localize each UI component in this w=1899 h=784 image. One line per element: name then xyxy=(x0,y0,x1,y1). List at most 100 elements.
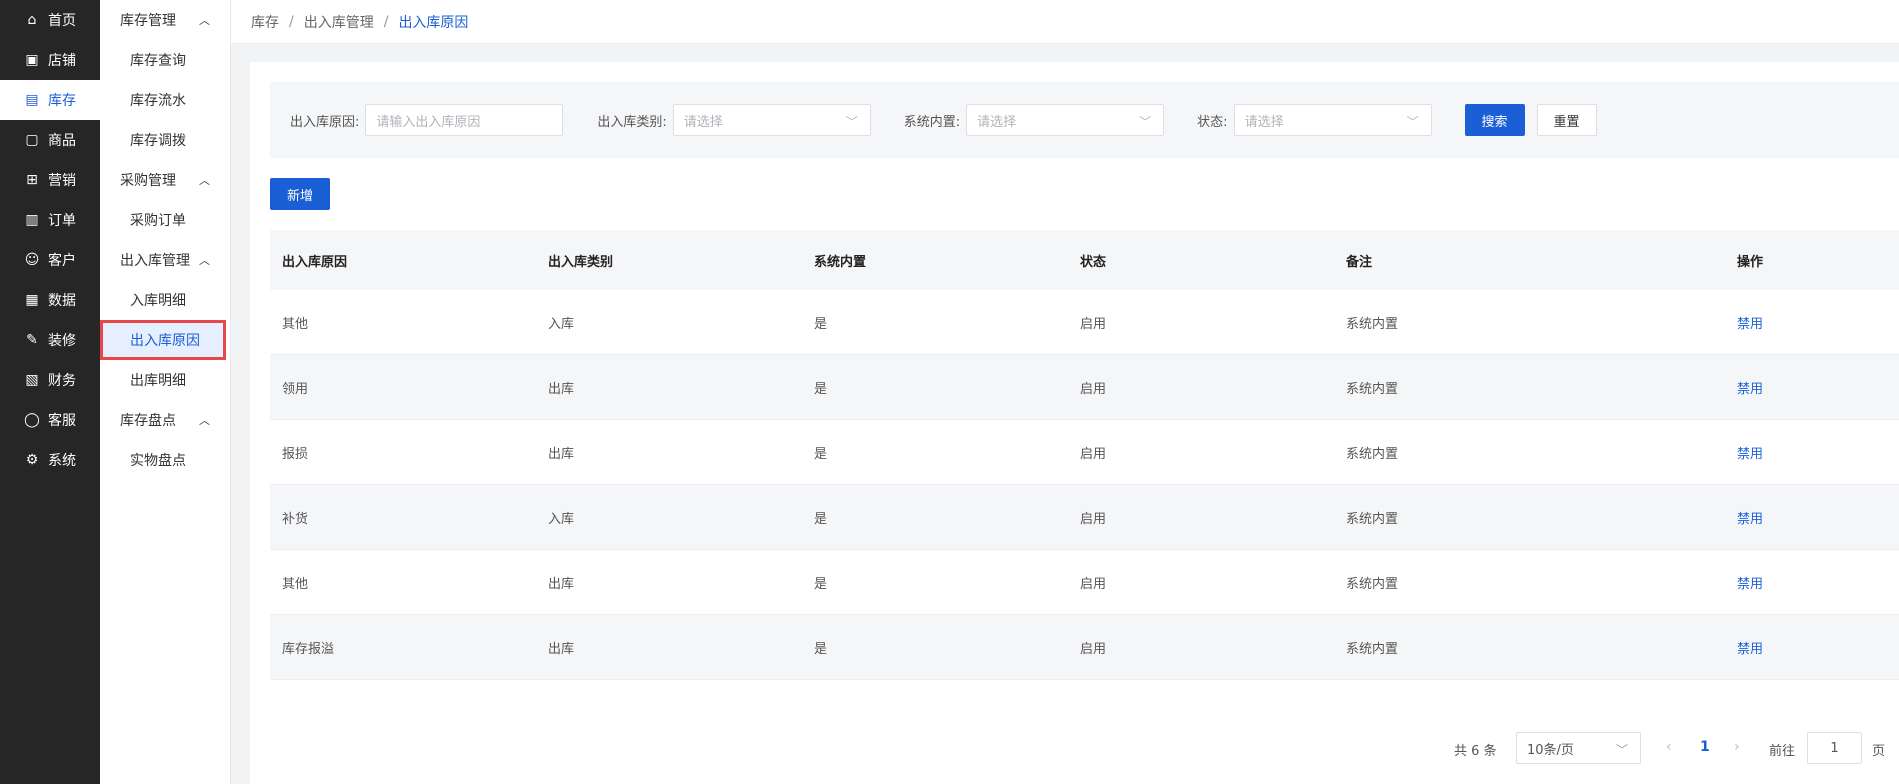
chevron-up-icon: ︿ xyxy=(199,14,210,27)
subnav-item[interactable]: 库存流水 xyxy=(100,80,230,120)
subnav-item[interactable]: 入库明细 xyxy=(100,280,230,320)
page-number-current[interactable]: 1 xyxy=(1700,739,1710,755)
next-page-icon[interactable]: › xyxy=(1734,739,1740,755)
cell-reason: 库存报溢 xyxy=(282,641,335,657)
nav-item[interactable]: ◯ 客服 xyxy=(0,400,100,440)
cell-remark: 系统内置 xyxy=(1346,381,1399,397)
nav-item-label: 订单 xyxy=(48,213,76,229)
goto-label: 前往 xyxy=(1769,744,1796,759)
cell-status: 启用 xyxy=(1080,381,1107,397)
chevron-down-icon: ﹀ xyxy=(1406,115,1419,129)
chevron-up-icon: ︿ xyxy=(199,254,210,267)
finance-icon: ▧ xyxy=(25,372,39,388)
disable-link[interactable]: 禁用 xyxy=(1737,577,1763,592)
disable-link[interactable]: 禁用 xyxy=(1737,642,1763,657)
breadcrumb-item-inventory[interactable]: 库存 xyxy=(251,12,279,32)
nav-item[interactable]: ▤ 库存 xyxy=(0,80,100,120)
subnav-item[interactable]: 出入库原因 xyxy=(100,320,226,360)
secondary-nav: 库存管理 ︿ 库存查询 库存流水 库存调拨 采购管理 ︿ 采购订单 出入库管理 ︿ 入库明细 出入库原… xyxy=(100,0,231,784)
cell-category: 出库 xyxy=(548,381,575,397)
cell-action: 禁用 xyxy=(1725,378,1899,397)
cell-action: 禁用 xyxy=(1725,508,1899,527)
disable-link[interactable]: 禁用 xyxy=(1737,382,1763,397)
subnav-item[interactable]: 实物盘点 xyxy=(100,440,230,480)
category-placeholder: 请选择 xyxy=(683,114,723,130)
nav-item-label: 客户 xyxy=(48,253,76,269)
cell-category: 入库 xyxy=(548,511,575,527)
nav-item-label: 财务 xyxy=(48,373,76,389)
nav-item[interactable]: ⌂ 首页 xyxy=(0,0,100,40)
cell-remark: 系统内置 xyxy=(1346,641,1399,657)
category-select[interactable]: 请选择 ﹀ xyxy=(672,104,871,136)
page-suffix: 页 xyxy=(1872,744,1886,759)
total-count: 共 6 条 xyxy=(1454,744,1497,759)
subnav-group[interactable]: 库存管理 ︿ xyxy=(100,0,230,40)
column-header-reason: 出入库原因 xyxy=(282,254,348,270)
nav-item[interactable]: ✎ 装修 xyxy=(0,320,100,360)
builtin-placeholder: 请选择 xyxy=(977,114,1017,130)
goto-page-input[interactable]: 1 xyxy=(1807,732,1862,764)
nav-item[interactable]: ▦ 数据 xyxy=(0,280,100,320)
nav-item[interactable]: ▧ 财务 xyxy=(0,360,100,400)
subnav-item[interactable]: 库存调拨 xyxy=(100,120,230,160)
nav-item[interactable]: ▥ 订单 xyxy=(0,200,100,240)
nav-item-label: 装修 xyxy=(48,333,76,349)
cell-status: 启用 xyxy=(1080,641,1107,657)
builtin-select[interactable]: 请选择 ﹀ xyxy=(966,104,1165,136)
decorate-icon: ✎ xyxy=(26,332,38,348)
subnav-group[interactable]: 出入库管理 ︿ xyxy=(100,240,230,280)
cell-builtin: 是 xyxy=(814,511,828,527)
prev-page-icon[interactable]: ‹ xyxy=(1666,739,1672,755)
nav-item-label: 系统 xyxy=(48,453,76,469)
cell-category: 入库 xyxy=(548,316,575,332)
nav-item[interactable]: ▢ 商品 xyxy=(0,120,100,160)
cell-status: 启用 xyxy=(1080,316,1107,332)
table-row: 领用 出库 是 启用 系统内置 禁用 xyxy=(270,355,1899,420)
subnav-group[interactable]: 采购管理 ︿ xyxy=(100,160,230,200)
status-select[interactable]: 请选择 ﹀ xyxy=(1233,104,1432,136)
nav-item-label: 店铺 xyxy=(48,53,76,69)
pagination: 共 6 条 10条/页 ﹀ ‹ 1 › 前往 1 页 xyxy=(250,732,1899,764)
subnav-group-label: 库存管理 xyxy=(120,13,176,29)
subnav-item[interactable]: 库存查询 xyxy=(100,40,230,80)
reason-input[interactable]: 请输入出入库原因 xyxy=(365,104,564,136)
add-button[interactable]: 新增 xyxy=(270,178,330,210)
reason-placeholder: 请输入出入库原因 xyxy=(376,114,481,130)
table-row: 库存报溢 出库 是 启用 系统内置 禁用 xyxy=(270,615,1899,680)
nav-item[interactable]: ⚙ 系统 xyxy=(0,440,100,480)
nav-item[interactable]: ☺ 客户 xyxy=(0,240,100,280)
subnav-item[interactable]: 采购订单 xyxy=(100,200,230,240)
nav-item[interactable]: ▣ 店铺 xyxy=(0,40,100,80)
column-header-status: 状态 xyxy=(1080,254,1107,270)
primary-nav: ⌂ 首页 ▣ 店铺 ▤ 库存 ▢ 商品 ⊞ 营销 ▥ 订单 ☺ 客户 ▦ 数据 ✎ 装修 ▧ 财务 ◯ 客服 ⚙ 系统 xyxy=(0,0,100,784)
filter-bar: 出入库原因: 请输入出入库原因 出入库类别: 请选择 ﹀ 系统内置: 请选择 ﹀… xyxy=(270,82,1899,158)
cell-reason: 其他 xyxy=(282,316,309,332)
cell-remark: 系统内置 xyxy=(1346,316,1399,332)
cell-remark: 系统内置 xyxy=(1346,511,1399,527)
cell-reason: 补货 xyxy=(282,511,309,527)
reset-button[interactable]: 重置 xyxy=(1536,104,1597,136)
cell-builtin: 是 xyxy=(814,381,828,397)
cell-category: 出库 xyxy=(548,641,575,657)
page-size-select[interactable]: 10条/页 ﹀ xyxy=(1516,732,1641,764)
nav-item-label: 客服 xyxy=(48,413,76,429)
chevron-up-icon: ︿ xyxy=(199,414,210,427)
reason-label: 出入库原因: xyxy=(290,114,360,130)
breadcrumb-item-inout-management[interactable]: 出入库管理 xyxy=(304,12,374,32)
disable-link[interactable]: 禁用 xyxy=(1737,447,1763,462)
cell-builtin: 是 xyxy=(814,641,828,657)
nav-item-label: 首页 xyxy=(48,13,76,29)
nav-item-label: 商品 xyxy=(48,133,76,149)
table-row: 其他 出库 是 启用 系统内置 禁用 xyxy=(270,550,1899,615)
chevron-down-icon: ﹀ xyxy=(1615,743,1628,757)
subnav-group-label: 采购管理 xyxy=(120,173,176,189)
customer-icon: ☺ xyxy=(24,252,40,268)
goods-icon: ▢ xyxy=(25,132,39,148)
nav-item[interactable]: ⊞ 营销 xyxy=(0,160,100,200)
disable-link[interactable]: 禁用 xyxy=(1737,317,1763,332)
subnav-item[interactable]: 出库明细 xyxy=(100,360,230,400)
disable-link[interactable]: 禁用 xyxy=(1737,512,1763,527)
search-button[interactable]: 搜索 xyxy=(1464,104,1525,136)
subnav-group[interactable]: 库存盘点 ︿ xyxy=(100,400,230,440)
nav-item-label: 营销 xyxy=(48,173,76,189)
